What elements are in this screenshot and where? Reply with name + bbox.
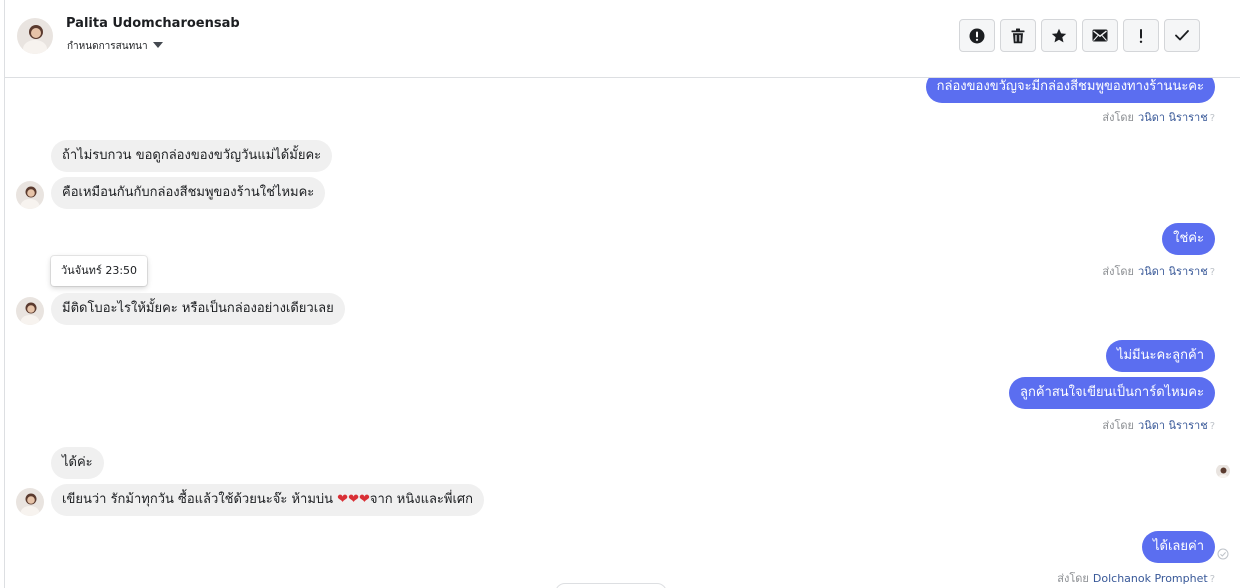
sent-by-line: ส่งโดย Dolchanok Promphet?	[1057, 569, 1215, 587]
contact-avatar[interactable]	[16, 181, 44, 209]
contact-name[interactable]: Palita Udomcharoensab	[66, 16, 240, 31]
incoming-message[interactable]: ถ้าไม่รบกวน ขอดูกล่องของขวัญวันแม่ได้มั้…	[51, 140, 333, 172]
message-text: เขียนว่า รักม้าทุกวัน ซื้อแล้วใช้ด้วยนะจ…	[62, 492, 338, 507]
contact-avatar[interactable]	[16, 488, 44, 516]
sent-by-line: ส่งโดย วนิดา นิราราช?	[1102, 262, 1215, 280]
help-question-mark[interactable]: ?	[1210, 574, 1215, 585]
star-icon	[1051, 28, 1067, 42]
envelope-icon	[1092, 29, 1108, 42]
conversation-status-label: กำหนดการสนทนา	[67, 41, 148, 52]
outgoing-message[interactable]: ใช่ค่ะ	[1162, 223, 1215, 255]
seen-by-avatar	[1216, 464, 1230, 478]
caret-down-icon	[152, 42, 163, 48]
outgoing-message[interactable]: ไม่มีนะคะลูกค้า	[1105, 340, 1215, 372]
sender-name[interactable]: Dolchanok Promphet	[1093, 572, 1208, 585]
incoming-message[interactable]: ได้ค่ะ	[51, 447, 104, 479]
conversation-status-dropdown[interactable]: กำหนดการสนทนา	[67, 39, 163, 54]
conversation-header: Palita Udomcharoensab กำหนดการสนทนา	[5, 0, 1240, 78]
contact-avatar[interactable]	[17, 18, 53, 54]
message-text: จาก หนิงและพี่เศก	[369, 492, 474, 507]
inbox-conversation-view: Palita Udomcharoensab กำหนดการสนทนา กล่อ…	[0, 0, 1240, 588]
sender-name[interactable]: วนิดา นิราราช	[1138, 111, 1208, 124]
sent-by-line: ส่งโดย วนิดา นิราราช?	[1102, 108, 1215, 126]
incoming-message[interactable]: เขียนว่า รักม้าทุกวัน ซื้อแล้วใช้ด้วยนะจ…	[51, 484, 485, 516]
check-icon	[1175, 30, 1189, 41]
outgoing-message[interactable]: กล่องของขวัญจะมีกล่องสีชมพูของทางร้านนะค…	[925, 78, 1215, 103]
delete-button[interactable]	[1000, 19, 1036, 52]
sent-check-icon	[1217, 548, 1229, 560]
sent-by-label: ส่งโดย	[1102, 419, 1135, 432]
sent-by-label: ส่งโดย	[1102, 111, 1135, 124]
heart-emoji: ❤❤❤	[337, 492, 370, 507]
mark-unread-button[interactable]	[1082, 19, 1118, 52]
outgoing-message[interactable]: ลูกค้าสนใจเขียนเป็นการ์ดไหมคะ	[1009, 377, 1215, 409]
timestamp-tooltip: วันจันทร์ 23:50	[51, 256, 148, 286]
incoming-message[interactable]: คือเหมือนกันกับกล่องสีชมพูของร้านใช่ไหมค…	[51, 177, 326, 209]
outgoing-message[interactable]: ได้เลยค่า	[1141, 531, 1215, 563]
mark-done-button[interactable]	[1164, 19, 1200, 52]
help-question-mark[interactable]: ?	[1210, 267, 1215, 278]
help-question-mark[interactable]: ?	[1210, 421, 1215, 432]
alert-circle-icon	[969, 28, 985, 43]
spam-button[interactable]	[959, 19, 995, 52]
incoming-message[interactable]: มีติดโบอะไรให้มั้ยคะ หรือเป็นกล่องอย่างเ…	[51, 293, 345, 325]
sent-by-label: ส่งโดย	[1057, 572, 1089, 585]
sent-by-label: ส่งโดย	[1102, 265, 1135, 278]
message-thread[interactable]: กล่องของขวัญจะมีกล่องสีชมพูของทางร้านนะค…	[5, 78, 1240, 588]
star-button[interactable]	[1041, 19, 1077, 52]
conversation-toolbar	[959, 19, 1200, 52]
new-messages-pill[interactable]	[555, 583, 667, 588]
sender-name[interactable]: วนิดา นิราราช	[1138, 419, 1208, 432]
exclamation-icon	[1139, 28, 1143, 43]
contact-avatar[interactable]	[16, 297, 44, 325]
sent-by-line: ส่งโดย วนิดา นิราราช?	[1102, 416, 1215, 434]
follow-up-button[interactable]	[1123, 19, 1159, 52]
sender-name[interactable]: วนิดา นิราราช	[1138, 265, 1208, 278]
help-question-mark[interactable]: ?	[1210, 113, 1215, 124]
trash-icon	[1011, 28, 1025, 43]
